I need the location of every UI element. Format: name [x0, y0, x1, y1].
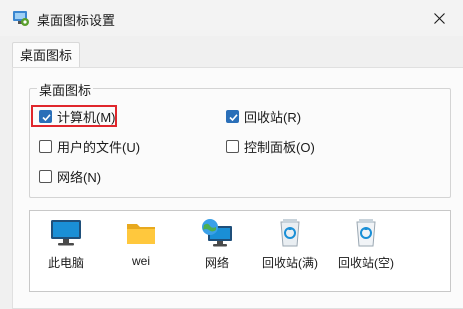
- icon-item-recycle-bin-full[interactable]: 回收站(满): [255, 218, 325, 271]
- icon-item-wei[interactable]: wei: [106, 218, 176, 268]
- window-title: 桌面图标设置: [37, 13, 116, 28]
- checkbox-label: 用户的文件(U): [57, 139, 141, 155]
- network-globe-icon: [202, 219, 232, 247]
- checkbox-label: 回收站(R): [244, 109, 302, 125]
- checkbox-label: 控制面板(O): [244, 139, 315, 155]
- checkbox-unchecked-icon[interactable]: [39, 139, 52, 153]
- checkbox-user-files[interactable]: 用户的文件(U): [39, 137, 140, 155]
- recycle-bin-empty-icon: [356, 219, 376, 247]
- tab-strip: 桌面图标: [0, 36, 463, 69]
- highlight-annotation-box: [31, 105, 117, 127]
- monitor-icon: [51, 220, 81, 246]
- folder-icon: [127, 224, 155, 244]
- title-bar: 桌面图标设置: [0, 0, 463, 36]
- icon-item-network[interactable]: 网络: [182, 218, 252, 271]
- icon-item-recycle-bin-empty[interactable]: 回收站(空): [331, 218, 401, 271]
- icon-label: wei: [131, 254, 150, 268]
- checkbox-label: 网络(N): [57, 169, 102, 185]
- checkbox-checked-icon[interactable]: [226, 109, 239, 123]
- checkbox-recycle-bin[interactable]: 回收站(R): [226, 107, 301, 125]
- icon-label: 回收站(空): [338, 256, 394, 270]
- checkbox-control-panel[interactable]: 控制面板(O): [226, 137, 315, 155]
- icon-label: 网络: [204, 256, 229, 270]
- tab-desktop-icons[interactable]: 桌面图标: [12, 42, 81, 69]
- checkbox-unchecked-icon[interactable]: [39, 169, 52, 183]
- close-icon: [434, 13, 445, 24]
- icon-item-this-pc[interactable]: 此电脑: [31, 218, 101, 271]
- icon-label: 此电脑: [47, 256, 84, 270]
- groupbox-title: 桌面图标: [37, 80, 94, 99]
- recycle-bin-full-icon: [280, 219, 300, 247]
- checkbox-unchecked-icon[interactable]: [226, 139, 239, 153]
- desktop-settings-icon: [12, 9, 30, 27]
- icon-label: 回收站(满): [262, 256, 318, 270]
- checkbox-network[interactable]: 网络(N): [39, 167, 101, 185]
- close-button[interactable]: [417, 0, 463, 36]
